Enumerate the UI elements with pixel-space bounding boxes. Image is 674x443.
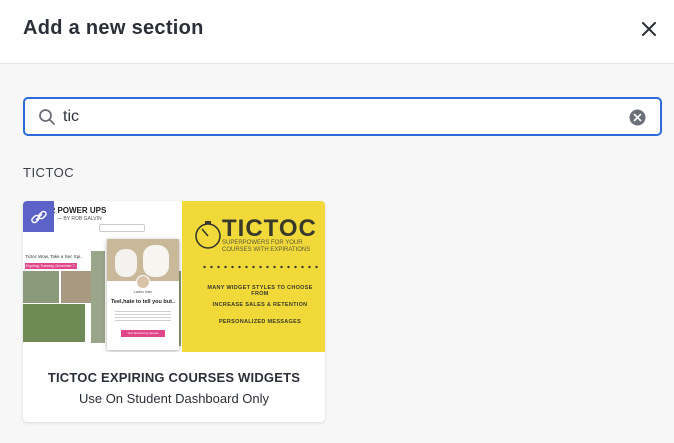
thumb-photo-3 [23, 304, 85, 342]
thumb-brand: TICTOC [222, 215, 317, 242]
stopwatch-icon [195, 221, 221, 249]
thumb-dog-1 [115, 249, 137, 277]
thumb-left-caption: Tictoc Wow, Take a Sec Spi.. [25, 254, 83, 259]
search-icon [39, 109, 55, 125]
close-icon [642, 22, 656, 36]
modal-title: Add a new section [23, 17, 204, 39]
card-thumbnail: UPER POWER UPS — BY ROB GALVIN Tictoc Wo… [23, 201, 325, 352]
search-field[interactable] [23, 97, 662, 136]
thumb-brand-tagline: SUPERPOWERS FOR YOUR COURSES WITH EXPIRA… [222, 240, 311, 253]
modal-header: Add a new section [0, 0, 674, 64]
result-group-label: TICTOC [23, 165, 75, 180]
thumb-popup-avatar [136, 275, 150, 289]
thumb-line-3: PERSONALIZED MESSAGES [218, 319, 302, 325]
thumb-popup: Ladies Nam Teel,hate to tell you but.. Y… [107, 239, 179, 350]
section-badge [23, 201, 54, 232]
thumb-dots [201, 265, 319, 269]
section-card[interactable]: UPER POWER UPS — BY ROB GALVIN Tictoc Wo… [23, 201, 325, 422]
card-subtitle: Use On Student Dashboard Only [78, 391, 270, 406]
thumb-left-byline: — BY ROB GALVIN [57, 216, 102, 222]
thumb-photo-4 [91, 251, 105, 343]
thumb-search-bar [99, 224, 145, 232]
thumb-popup-heading: Teel,hate to tell you but.. [110, 299, 176, 305]
thumb-dog-2 [143, 245, 169, 277]
search-input[interactable] [63, 105, 623, 129]
close-button[interactable] [636, 16, 662, 42]
thumb-line-2: INCREASE SALES & RETENTION [212, 302, 308, 308]
clear-circle-icon[interactable] [629, 109, 646, 126]
link-icon [30, 210, 47, 223]
card-title: TICTOC EXPIRING COURSES WIDGETS [47, 370, 301, 385]
thumb-popup-name: Ladies Nam [133, 290, 153, 294]
thumb-photo-1 [23, 271, 59, 303]
thumb-popup-button: Yes! Extend my access [121, 330, 165, 337]
thumb-line-1: MANY WIDGET STYLES TO CHOOSE FROM [207, 285, 313, 297]
thumb-popup-body [115, 309, 171, 323]
thumb-left-date: Expiring: Tuesday, December 7, 2021 [25, 263, 77, 269]
